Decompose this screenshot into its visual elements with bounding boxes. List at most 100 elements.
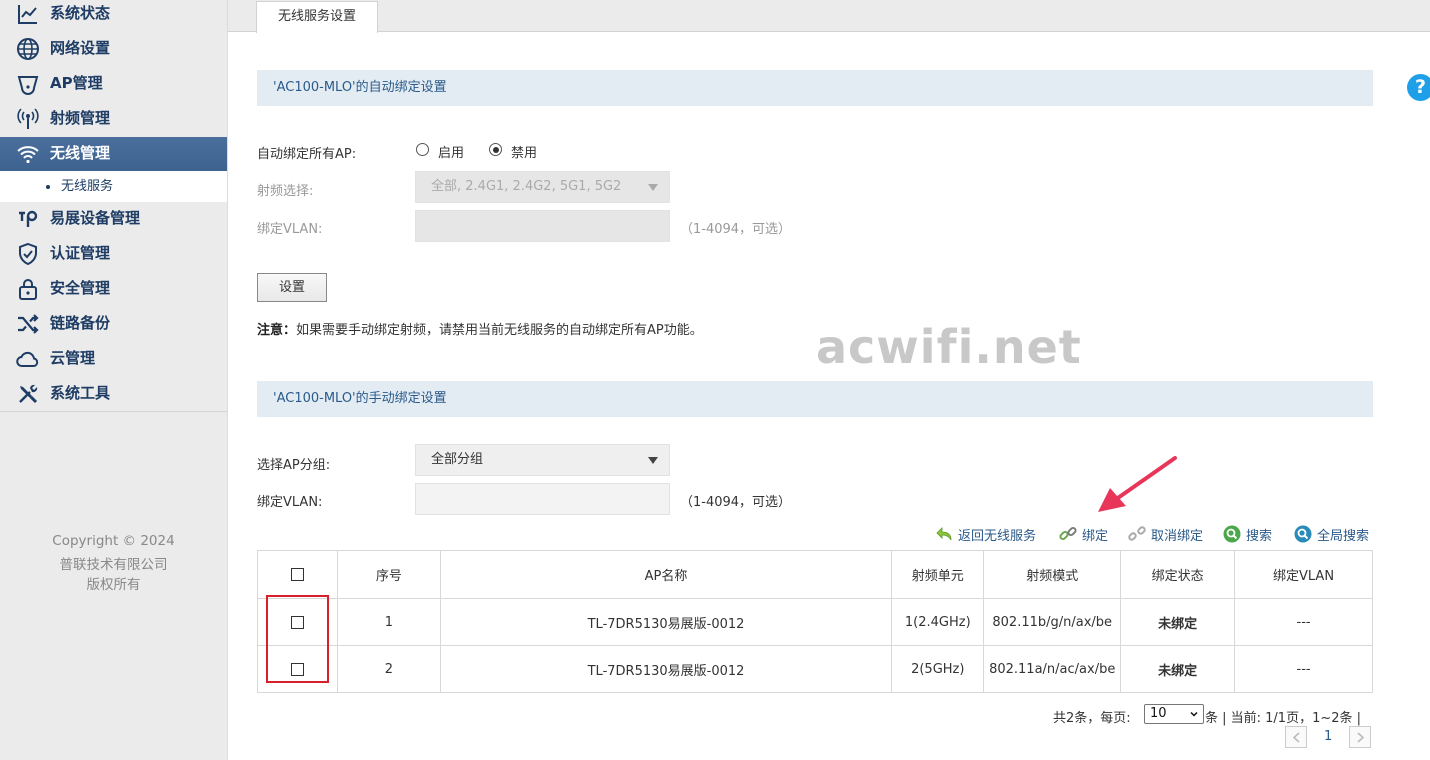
wifi-icon <box>17 146 39 164</box>
select-all-cell <box>257 550 338 599</box>
radio-select-label: 射频选择: <box>257 184 314 199</box>
sidebar-subitem-wireless-service[interactable]: 无线服务 <box>0 171 227 202</box>
radio-select-value: 全部, 2.4G1, 2.4G2, 5G1, 5G2 <box>431 179 622 194</box>
bind-all-ap-label: 自动绑定所有AP: <box>257 147 357 162</box>
auto-vlan-input[interactable] <box>415 210 670 242</box>
sidebar-item-system-status[interactable]: 系统状态 <box>0 0 227 32</box>
sidebar-item-label: 网络设置 <box>50 39 111 57</box>
next-page-button[interactable] <box>1349 726 1371 748</box>
sidebar-item-system-tools[interactable]: 系统工具 <box>0 377 227 412</box>
arrow-annotation-icon <box>1098 456 1177 512</box>
manual-vlan-input[interactable] <box>415 483 670 515</box>
radio-select-dropdown[interactable]: 全部, 2.4G1, 2.4G2, 5G1, 5G2 <box>415 171 670 203</box>
mesh-device-icon <box>19 210 38 227</box>
sidebar-item-label: 射频管理 <box>50 109 111 127</box>
chevron-right-icon <box>1357 732 1365 743</box>
row-index: 2 <box>336 645 441 693</box>
sidebar: 系统状态 网络设置 AP管理 射频管理 无线管理 无线服务 易展设备管理 认证管… <box>0 0 228 760</box>
global-search-label: 全局搜索 <box>1317 528 1370 544</box>
sidebar-item-link-backup[interactable]: 链路备份 <box>0 307 227 342</box>
bind-button[interactable]: 绑定 <box>1059 525 1109 544</box>
search-label: 搜索 <box>1246 528 1273 544</box>
tab-wireless-service-settings[interactable]: 无线服务设置 <box>256 1 378 33</box>
sidebar-item-network-settings[interactable]: 网络设置 <box>0 32 227 67</box>
column-header: AP名称 <box>439 550 893 599</box>
sidebar-subitem-label: 无线服务 <box>61 179 114 194</box>
disable-radio[interactable] <box>489 143 502 156</box>
sidebar-item-auth-management[interactable]: 认证管理 <box>0 237 227 272</box>
column-header: 绑定状态 <box>1120 550 1236 599</box>
row-radio-unit: 1(2.4GHz) <box>891 598 985 646</box>
row-ap-name: TL-7DR5130易展版-0012 <box>439 598 893 646</box>
enable-radio-label: 启用 <box>438 146 465 161</box>
sidebar-item-label: 无线管理 <box>50 144 111 162</box>
highlight-box-annotation <box>266 595 329 683</box>
rights-reserved: 版权所有 <box>86 577 141 593</box>
unlink-icon <box>1128 526 1146 541</box>
row-bind-status: 未绑定 <box>1120 598 1236 646</box>
ap-group-dropdown[interactable]: 全部分组 <box>415 444 670 476</box>
caret-down-icon <box>648 184 658 191</box>
caret-down-icon <box>648 457 658 464</box>
tab-bar: 无线服务设置 <box>228 0 1430 33</box>
row-index: 1 <box>336 598 441 646</box>
back-label: 返回无线服务 <box>958 528 1037 544</box>
row-ap-name: TL-7DR5130易展版-0012 <box>439 645 893 693</box>
page-size-select[interactable]: 10 <box>1144 704 1204 724</box>
bind-label: 绑定 <box>1082 528 1109 544</box>
auto-bind-section-title: 'AC100-MLO'的自动绑定设置 <box>257 70 1373 106</box>
row-radio-mode: 802.11b/g/n/ax/be <box>983 598 1122 646</box>
sidebar-item-label: 链路备份 <box>50 314 111 332</box>
sidebar-item-radio-management[interactable]: 射频管理 <box>0 102 227 137</box>
table-row: 2 TL-7DR5130易展版-0012 2(5GHz) 802.11a/n/a… <box>257 645 1373 693</box>
sidebar-item-label: 云管理 <box>50 349 96 367</box>
unbind-label: 取消绑定 <box>1151 528 1204 544</box>
shield-check-icon <box>19 242 37 266</box>
page-size-value: 10 <box>1150 706 1167 721</box>
bind-table: 序号 AP名称 射频单元 射频模式 绑定状态 绑定VLAN 1 TL-7DR51… <box>257 550 1373 693</box>
pager-info: 条 | 当前: 1/1页，1~2条 | <box>1205 711 1362 726</box>
auto-vlan-hint: （1-4094，可选） <box>680 222 792 237</box>
sidebar-item-ap-management[interactable]: AP管理 <box>0 67 227 102</box>
main-content: 无线服务设置 ? 'AC100-MLO'的自动绑定设置 自动绑定所有AP: 启用… <box>228 0 1430 760</box>
set-button[interactable]: 设置 <box>257 273 327 302</box>
note-text: 注意：如果需要手动绑定射频，请禁用当前无线服务的自动绑定所有AP功能。 <box>257 319 703 338</box>
table-row: 1 TL-7DR5130易展版-0012 1(2.4GHz) 802.11b/g… <box>257 598 1373 646</box>
sidebar-item-security-management[interactable]: 安全管理 <box>0 272 227 307</box>
sidebar-item-mesh-device-management[interactable]: 易展设备管理 <box>0 202 227 237</box>
antenna-icon <box>17 108 39 129</box>
manual-vlan-hint: （1-4094，可选） <box>680 495 792 510</box>
page-number[interactable]: 1 <box>1324 729 1332 744</box>
watermark: acwifi.net <box>816 320 1082 374</box>
column-header: 序号 <box>336 550 441 599</box>
prev-page-button[interactable] <box>1285 726 1307 748</box>
global-search-button[interactable]: 全局搜索 <box>1294 525 1370 544</box>
sidebar-item-cloud-management[interactable]: 云管理 <box>0 342 227 377</box>
sidebar-item-wireless-management[interactable]: 无线管理 <box>0 137 227 172</box>
back-to-wireless-service-button[interactable]: 返回无线服务 <box>935 525 1037 544</box>
disable-radio-label: 禁用 <box>511 146 538 161</box>
note-prefix: 注意： <box>257 323 297 338</box>
global-search-icon <box>1294 525 1312 543</box>
chevron-down-icon <box>1190 711 1198 717</box>
column-header: 射频模式 <box>983 550 1122 599</box>
company-name: 普联技术有限公司 <box>59 557 168 573</box>
column-header: 射频单元 <box>891 550 985 599</box>
sidebar-item-label: 易展设备管理 <box>50 209 141 227</box>
copyright-line: Copyright © 2024 <box>52 533 175 549</box>
unbind-button[interactable]: 取消绑定 <box>1128 525 1204 544</box>
sidebar-item-label: 系统工具 <box>50 384 111 402</box>
search-button[interactable]: 搜索 <box>1223 525 1273 544</box>
select-all-checkbox[interactable] <box>290 568 304 581</box>
tools-icon <box>19 384 38 404</box>
enable-radio[interactable] <box>416 143 429 156</box>
help-icon[interactable]: ? <box>1407 74 1430 101</box>
sidebar-item-label: 系统状态 <box>50 4 111 22</box>
sidebar-item-label: AP管理 <box>50 74 103 92</box>
manual-bind-section-title: 'AC100-MLO'的手动绑定设置 <box>257 381 1373 417</box>
row-radio-mode: 802.11a/n/ac/ax/be <box>983 645 1122 693</box>
search-icon <box>1223 525 1241 543</box>
back-arrow-icon <box>936 527 952 541</box>
manual-vlan-label: 绑定VLAN: <box>257 495 323 510</box>
sidebar-item-label: 安全管理 <box>50 279 111 297</box>
